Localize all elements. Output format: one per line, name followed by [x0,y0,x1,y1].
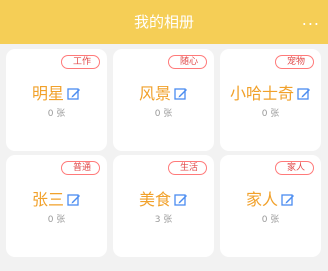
photo-count: 0 张 [261,215,280,225]
album-card[interactable]: 随心 风景 0 张 [113,49,214,151]
photo-count: 0 张 [154,109,173,119]
album-card[interactable]: 工作 明星 0 张 [6,49,107,151]
album-name: 小哈士奇 [229,84,294,103]
album-tag: 工作 [60,55,100,69]
album-grid: 工作 明星 0 张 随心 风景 0 张 宠物 小哈士奇 0 张 普通 张三 0 … [0,44,328,271]
album-card[interactable]: 生活 美食 3 张 [113,155,214,257]
photo-count: 0 张 [47,215,66,225]
edit-icon[interactable] [174,87,188,101]
edit-icon[interactable] [297,87,311,101]
album-card[interactable]: 家人 家人 0 张 [220,155,321,257]
album-name: 张三 [31,190,64,209]
photo-count: 3 张 [154,215,173,225]
album-tag: 宠物 [274,55,314,69]
album-card[interactable]: 宠物 小哈士奇 0 张 [220,49,321,151]
photo-count: 0 张 [261,109,280,119]
edit-icon[interactable] [67,87,81,101]
album-name: 明星 [31,84,64,103]
album-name: 美食 [138,190,171,209]
page-title: 我的相册 [133,13,194,31]
more-menu-icon[interactable]: ... [302,12,320,28]
photo-count: 0 张 [47,109,66,119]
album-card[interactable]: 普通 张三 0 张 [6,155,107,257]
album-tag: 随心 [167,55,207,69]
edit-icon[interactable] [174,193,188,207]
edit-icon[interactable] [67,193,81,207]
album-tag: 家人 [274,161,314,175]
album-name: 风景 [138,84,171,103]
top-bar: 我的相册 ... [0,0,328,44]
album-tag: 生活 [167,161,207,175]
album-name: 家人 [245,190,278,209]
album-tag: 普通 [60,161,100,175]
edit-icon[interactable] [281,193,295,207]
